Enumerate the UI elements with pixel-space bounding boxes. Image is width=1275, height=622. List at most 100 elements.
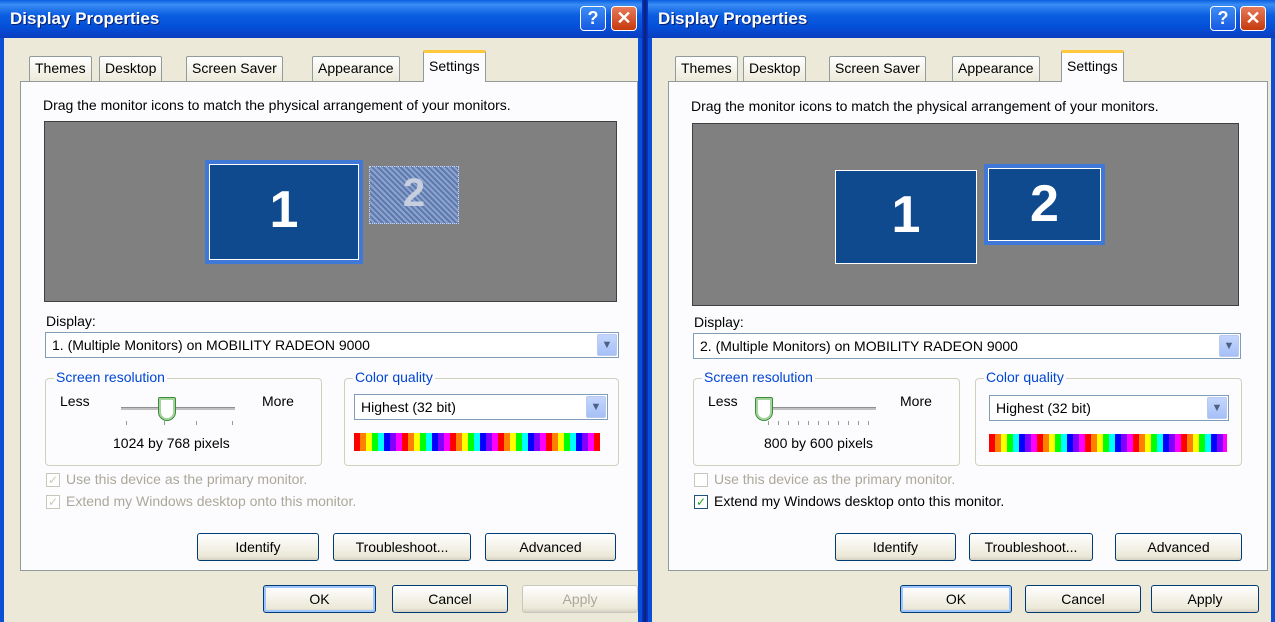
tab-screen-saver[interactable]: Screen Saver — [186, 56, 283, 82]
window-title: Display Properties — [658, 9, 808, 28]
more-label: More — [262, 393, 294, 409]
display-label: Display: — [46, 313, 96, 329]
resolution-slider-thumb[interactable] — [755, 397, 773, 421]
identify-button[interactable]: Identify — [197, 533, 319, 561]
display-select-value: 1. (Multiple Monitors) on MOBILITY RADEO… — [52, 337, 370, 353]
tab-appearance[interactable]: Appearance — [312, 56, 400, 82]
chevron-down-icon[interactable]: ▼ — [586, 396, 606, 418]
slider-tick — [196, 421, 197, 425]
ok-button[interactable]: OK — [263, 585, 376, 613]
tab-screen-saver[interactable]: Screen Saver — [829, 56, 926, 82]
tab-appearance[interactable]: Appearance — [952, 56, 1040, 82]
less-label: Less — [708, 393, 738, 409]
help-button[interactable]: ? — [580, 6, 606, 31]
instruction-text: Drag the monitor icons to match the phys… — [691, 98, 1159, 114]
color-preview-bar — [989, 434, 1227, 452]
close-button[interactable]: ✕ — [611, 6, 637, 31]
slider-tick — [788, 421, 789, 425]
slider-tick — [808, 421, 809, 425]
color-quality-label: Color quality — [984, 369, 1066, 385]
title-bar[interactable]: Display Properties ? ✕ — [0, 0, 642, 38]
window-frame-left — [0, 38, 4, 622]
display-label: Display: — [694, 314, 744, 330]
color-quality-value: Highest (32 bit) — [361, 399, 456, 415]
primary-monitor-label: Use this device as the primary monitor. — [66, 471, 308, 487]
apply-button[interactable]: Apply — [1151, 585, 1259, 613]
slider-tick — [818, 421, 819, 425]
color-preview-bar — [354, 433, 600, 451]
advanced-button[interactable]: Advanced — [485, 533, 616, 561]
slider-tick — [232, 421, 233, 425]
monitor-2-icon[interactable]: 2 — [369, 166, 459, 224]
chevron-down-icon[interactable]: ▼ — [597, 334, 617, 356]
slider-tick — [164, 421, 165, 425]
tab-themes[interactable]: Themes — [29, 56, 92, 82]
monitor-1-label: 1 — [269, 181, 299, 239]
tab-desktop[interactable]: Desktop — [743, 56, 807, 82]
screen-resolution-group: Screen resolution Less More 1024 by 768 … — [45, 369, 322, 466]
settings-panel: Drag the monitor icons to match the phys… — [20, 81, 638, 571]
screen-resolution-label: Screen resolution — [54, 369, 167, 385]
resolution-slider-track — [121, 407, 235, 410]
slider-tick — [838, 421, 839, 425]
apply-button[interactable]: Apply — [522, 585, 638, 613]
monitor-2-icon[interactable]: 2 — [984, 164, 1105, 245]
advanced-button[interactable]: Advanced — [1115, 533, 1242, 561]
color-quality-value: Highest (32 bit) — [996, 400, 1091, 416]
monitor-1-label: 1 — [891, 186, 921, 244]
monitor-1-icon[interactable]: 1 — [205, 160, 363, 264]
less-label: Less — [60, 393, 90, 409]
primary-monitor-checkbox[interactable] — [694, 473, 708, 487]
window-title: Display Properties — [10, 9, 160, 28]
more-label: More — [900, 393, 932, 409]
resolution-slider-thumb[interactable] — [157, 397, 176, 421]
help-button[interactable]: ? — [1210, 6, 1236, 31]
slider-tick — [126, 421, 127, 425]
display-select-value: 2. (Multiple Monitors) on MOBILITY RADEO… — [700, 338, 1018, 354]
slider-tick — [848, 421, 849, 425]
display-properties-window-2: Display Properties ? ✕ Themes Desktop Sc… — [648, 0, 1275, 622]
monitor-arrangement-area[interactable]: 1 2 — [692, 123, 1239, 306]
chevron-down-icon[interactable]: ▼ — [1219, 335, 1239, 357]
monitor-2-label: 2 — [1030, 175, 1059, 233]
troubleshoot-button[interactable]: Troubleshoot... — [333, 533, 471, 561]
tab-settings[interactable]: Settings — [423, 50, 486, 82]
slider-tick — [768, 421, 769, 425]
close-button[interactable]: ✕ — [1240, 6, 1266, 31]
display-select[interactable]: 2. (Multiple Monitors) on MOBILITY RADEO… — [693, 333, 1241, 359]
cancel-button[interactable]: Cancel — [1025, 585, 1141, 613]
monitor-1-icon[interactable]: 1 — [835, 170, 977, 264]
instruction-text: Drag the monitor icons to match the phys… — [43, 97, 511, 113]
window-frame-right — [1271, 38, 1275, 622]
extend-desktop-checkbox[interactable]: ✓ — [694, 495, 708, 509]
tab-desktop[interactable]: Desktop — [99, 56, 163, 82]
tab-settings[interactable]: Settings — [1061, 50, 1124, 82]
color-quality-label: Color quality — [353, 369, 435, 385]
tab-themes[interactable]: Themes — [675, 56, 738, 82]
primary-monitor-checkbox[interactable]: ✓ — [46, 473, 60, 487]
ok-button[interactable]: OK — [900, 585, 1012, 613]
slider-tick — [798, 421, 799, 425]
chevron-down-icon[interactable]: ▼ — [1207, 397, 1227, 419]
extend-desktop-checkbox[interactable]: ✓ — [46, 495, 60, 509]
resolution-value: 800 by 600 pixels — [764, 435, 873, 451]
cancel-button[interactable]: Cancel — [392, 585, 508, 613]
slider-tick — [868, 421, 869, 425]
slider-tick — [778, 421, 779, 425]
extend-desktop-label: Extend my Windows desktop onto this moni… — [66, 493, 357, 509]
resolution-value: 1024 by 768 pixels — [113, 435, 230, 451]
color-quality-select[interactable]: Highest (32 bit) ▼ — [354, 394, 608, 420]
title-bar[interactable]: Display Properties ? ✕ — [648, 0, 1275, 38]
monitor-arrangement-area[interactable]: 1 2 — [44, 121, 617, 302]
display-properties-window-1: Display Properties ? ✕ Themes Desktop Sc… — [0, 0, 642, 622]
window-frame-left — [648, 38, 652, 622]
primary-monitor-label: Use this device as the primary monitor. — [714, 471, 956, 487]
monitor-2-label: 2 — [402, 171, 426, 215]
screen-resolution-label: Screen resolution — [702, 369, 815, 385]
troubleshoot-button[interactable]: Troubleshoot... — [969, 533, 1093, 561]
resolution-slider-track — [764, 407, 876, 410]
identify-button[interactable]: Identify — [835, 533, 956, 561]
extend-desktop-label: Extend my Windows desktop onto this moni… — [714, 493, 1005, 509]
color-quality-select[interactable]: Highest (32 bit) ▼ — [989, 395, 1229, 421]
display-select[interactable]: 1. (Multiple Monitors) on MOBILITY RADEO… — [45, 332, 619, 358]
